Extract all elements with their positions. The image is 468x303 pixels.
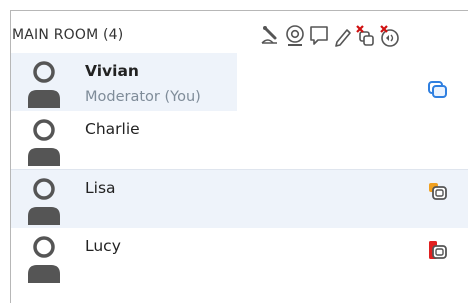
participant-name: Vivian	[85, 62, 139, 80]
webcam-icon[interactable]	[284, 24, 306, 48]
room-header: MAIN ROOM (4)	[11, 11, 468, 53]
sound-disabled-icon[interactable]	[379, 24, 401, 48]
participant-row-charlie[interactable]: Charlie	[11, 111, 468, 169]
avatar	[25, 61, 63, 109]
screen-share-red-icon[interactable]	[427, 240, 449, 262]
participant-name: Lisa	[85, 179, 116, 197]
microphone-muted-icon[interactable]	[259, 24, 281, 48]
screen-share-blue-icon[interactable]	[427, 79, 449, 101]
avatar	[25, 119, 63, 167]
pencil-icon[interactable]	[332, 24, 354, 48]
participant-row-vivian[interactable]: Vivian Moderator (You)	[11, 53, 468, 111]
participant-name: Charlie	[85, 120, 140, 138]
participant-name: Lucy	[85, 237, 121, 255]
avatar	[25, 236, 63, 284]
participant-row-lucy[interactable]: Lucy	[11, 228, 468, 286]
room-title: MAIN ROOM (4)	[12, 27, 124, 43]
participant-role: Moderator (You)	[85, 89, 201, 105]
screen-share-orange-icon[interactable]	[427, 181, 449, 203]
participant-row-lisa[interactable]: Lisa	[11, 170, 468, 228]
chat-icon[interactable]	[308, 24, 330, 48]
avatar	[25, 178, 63, 226]
screen-share-disabled-icon[interactable]	[355, 24, 377, 48]
participants-panel: MAIN ROOM (4) Vivian Moderator (You) Cha…	[10, 10, 468, 303]
